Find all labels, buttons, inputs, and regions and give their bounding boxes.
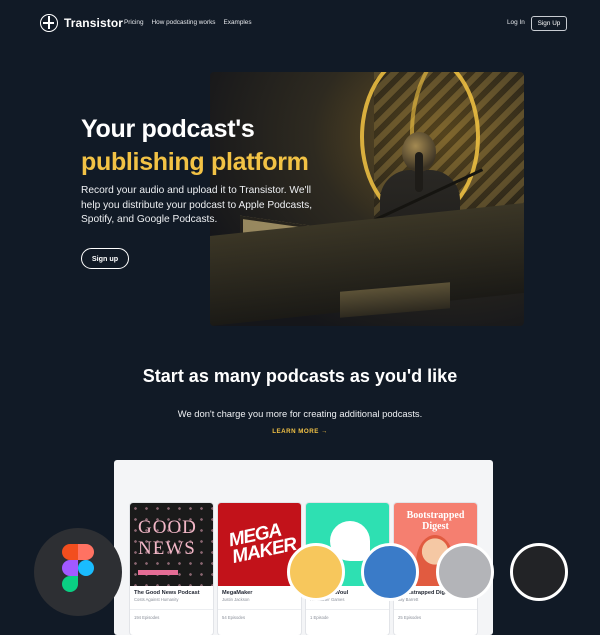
nav-link-pricing[interactable]: Pricing xyxy=(124,19,144,26)
podcast-name: The Good News Podcast xyxy=(134,590,200,596)
color-swatch-blue[interactable] xyxy=(361,543,419,601)
nav-link-examples[interactable]: Examples xyxy=(223,19,251,26)
cover-text: GOOD NEWS xyxy=(138,517,197,559)
brand-logo[interactable]: Transistor xyxy=(40,14,123,32)
hero-title-line2: publishing platform xyxy=(81,148,309,176)
figma-icon xyxy=(62,544,94,592)
hero-signup-button[interactable]: Sign up xyxy=(81,248,129,269)
podcast-author: Justin Jackson xyxy=(222,597,250,602)
hero-title-line1: Your podcast's xyxy=(81,115,255,143)
brand-name: Transistor xyxy=(64,16,124,30)
hero-description: Record your audio and upload it to Trans… xyxy=(81,185,313,225)
learn-more-link[interactable]: LEARN MORE → xyxy=(0,428,600,435)
section-title: Start as many podcasts as you'd like xyxy=(142,366,458,386)
episode-count: 54 Episodes xyxy=(222,615,246,620)
cover-text: Bootstrapped Digest xyxy=(406,510,465,532)
section-subtitle: We don't charge you more for creating ad… xyxy=(177,408,423,419)
figma-button[interactable] xyxy=(34,528,122,616)
login-link[interactable]: Log In xyxy=(507,19,525,26)
color-swatch-gray[interactable] xyxy=(436,543,494,601)
episode-count: 194 Episodes xyxy=(134,615,160,620)
color-swatch-black[interactable] xyxy=(510,543,568,601)
nav-link-how-podcasting-works[interactable]: How podcasting works xyxy=(152,19,216,26)
episode-count: 25 Episodes xyxy=(398,615,422,620)
podcast-card[interactable]: GOOD NEWS The Good News Podcast Costs Ag… xyxy=(130,503,213,635)
podcast-author: Costs Against Humanity xyxy=(134,597,179,602)
transistor-logo-icon xyxy=(40,14,58,32)
hero-title: Your podcast's publishing platform xyxy=(81,113,309,179)
signup-button[interactable]: Sign Up xyxy=(531,16,567,31)
top-navigation: Transistor Pricing How podcasting works … xyxy=(0,0,600,46)
podcast-name: MegaMaker xyxy=(222,590,253,596)
episode-count: 1 Episode xyxy=(310,615,329,620)
nav-links: Pricing How podcasting works Examples xyxy=(124,19,252,26)
color-swatch-yellow[interactable] xyxy=(287,543,345,601)
podcast-cover-good-news: GOOD NEWS xyxy=(130,503,213,586)
